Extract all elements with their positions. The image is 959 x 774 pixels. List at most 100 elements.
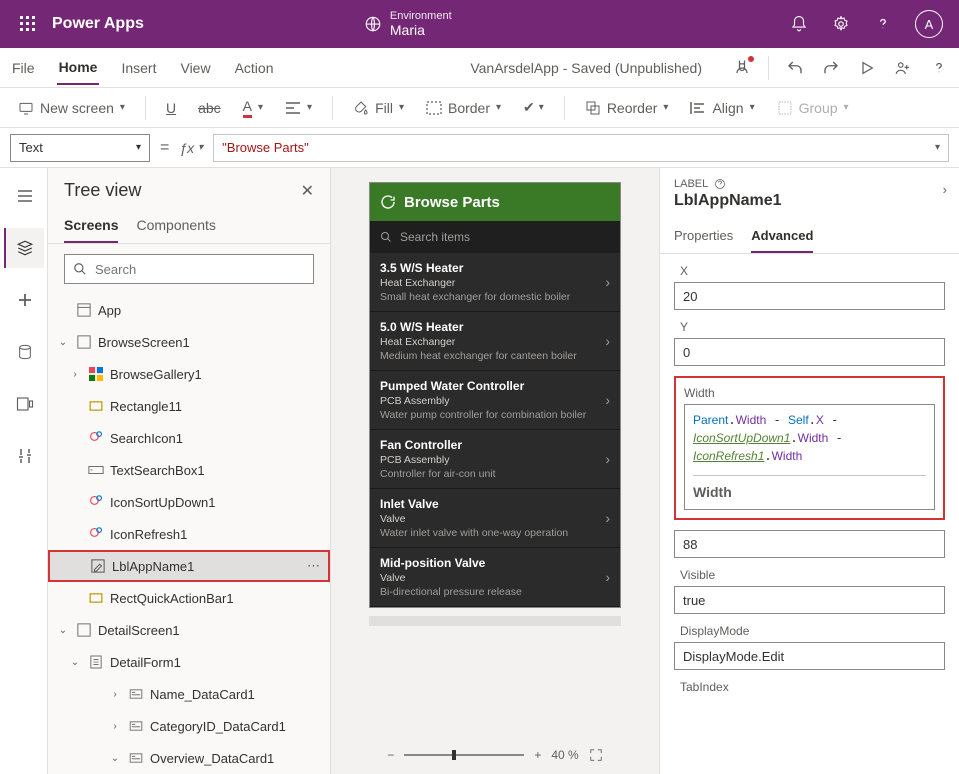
notifications-icon[interactable] bbox=[789, 14, 809, 34]
property-selector[interactable]: Text▾ bbox=[10, 134, 150, 162]
align-controls-button[interactable]: Align▾ bbox=[682, 96, 762, 120]
tab-screens[interactable]: Screens bbox=[64, 209, 118, 243]
displaymode-input[interactable]: DisplayMode.Edit bbox=[674, 642, 945, 670]
formula-bar: Text▾ = ƒx▾ "Browse Parts"▾ bbox=[0, 128, 959, 168]
zoom-slider[interactable] bbox=[404, 754, 524, 756]
fx-icon[interactable]: ƒx▾ bbox=[179, 140, 203, 156]
left-rail bbox=[0, 168, 48, 774]
strikethrough-button[interactable]: abc bbox=[190, 96, 229, 120]
fit-icon[interactable] bbox=[589, 748, 603, 762]
share-icon[interactable] bbox=[893, 58, 913, 78]
tree-node-browse-screen[interactable]: ⌄BrowseScreen1 bbox=[48, 326, 330, 358]
avatar[interactable]: A bbox=[915, 10, 943, 38]
menu-file[interactable]: File bbox=[10, 52, 37, 84]
tree-node-category-card[interactable]: ›CategoryID_DataCard1 bbox=[48, 710, 330, 742]
properties-panel: LABEL LblAppName1 › Properties Advanced … bbox=[659, 168, 959, 774]
underline-button[interactable]: U bbox=[158, 96, 184, 120]
env-label: Environment bbox=[390, 10, 452, 22]
y-input[interactable]: 0 bbox=[674, 338, 945, 366]
tree-node-rectangle[interactable]: Rectangle11 bbox=[48, 390, 330, 422]
width-hint: Width bbox=[693, 475, 926, 503]
border-button[interactable]: Border▾ bbox=[418, 96, 509, 120]
zoom-value: 40 % bbox=[551, 748, 578, 762]
tree-node-rect-quick[interactable]: RectQuickActionBar1 bbox=[48, 582, 330, 614]
menu-view[interactable]: View bbox=[178, 52, 212, 84]
visible-input[interactable]: true bbox=[674, 586, 945, 614]
phone-search[interactable]: Search items bbox=[370, 221, 620, 253]
props-tab-advanced[interactable]: Advanced bbox=[751, 220, 813, 253]
width-label: Width bbox=[684, 386, 935, 400]
rail-hamburger[interactable] bbox=[4, 176, 44, 216]
chevron-right-icon: › bbox=[605, 510, 610, 526]
x-input[interactable]: 20 bbox=[674, 282, 945, 310]
menu-home[interactable]: Home bbox=[57, 51, 100, 85]
align-button[interactable]: ▾ bbox=[277, 97, 320, 119]
tree-node-detail-screen[interactable]: ⌄DetailScreen1 bbox=[48, 614, 330, 646]
main-area: Tree view ✕ Screens Components App ⌄Brow… bbox=[0, 168, 959, 774]
font-color-button[interactable]: A▾ bbox=[235, 94, 271, 122]
undo-icon[interactable] bbox=[785, 58, 805, 78]
fill-button[interactable]: Fill▾ bbox=[345, 96, 412, 120]
play-icon[interactable] bbox=[857, 58, 877, 78]
menu-insert[interactable]: Insert bbox=[119, 52, 158, 84]
chevron-right-icon: › bbox=[605, 274, 610, 290]
tree-node-browse-gallery[interactable]: ›BrowseGallery1 bbox=[48, 358, 330, 390]
chevron-right-icon: › bbox=[605, 333, 610, 349]
tree-node-app[interactable]: App bbox=[48, 294, 330, 326]
rail-tree-view[interactable] bbox=[4, 228, 44, 268]
props-tab-properties[interactable]: Properties bbox=[674, 220, 733, 253]
zoom-out-icon[interactable]: − bbox=[387, 748, 394, 762]
zoom-in-icon[interactable]: + bbox=[534, 748, 541, 762]
gallery-item[interactable]: 3.5 W/S HeaterHeat ExchangerSmall heat e… bbox=[370, 253, 620, 312]
gallery-item[interactable]: Pumped Water ControllerPCB AssemblyWater… bbox=[370, 371, 620, 430]
tree-node-icon-sort[interactable]: IconSortUpDown1 bbox=[48, 486, 330, 518]
help-menu-icon[interactable] bbox=[929, 58, 949, 78]
canvas-scrollbar[interactable] bbox=[369, 616, 621, 626]
app-status: VanArsdelApp - Saved (Unpublished) bbox=[470, 60, 702, 76]
gallery-item[interactable]: 5.0 W/S HeaterHeat ExchangerMedium heat … bbox=[370, 312, 620, 371]
close-icon[interactable]: ✕ bbox=[301, 181, 314, 201]
height-input[interactable]: 88 bbox=[674, 530, 945, 558]
reorder-button[interactable]: Reorder▾ bbox=[577, 96, 677, 120]
tree-node-overview-card[interactable]: ⌄Overview_DataCard1 bbox=[48, 742, 330, 774]
gallery-item[interactable]: Mid-position ValveValveBi-directional pr… bbox=[370, 548, 620, 607]
rail-insert[interactable] bbox=[4, 280, 44, 320]
rail-media[interactable] bbox=[4, 384, 44, 424]
gallery-item[interactable]: Fan ControllerPCB AssemblyController for… bbox=[370, 430, 620, 489]
phone-search-placeholder: Search items bbox=[400, 230, 470, 244]
tab-components[interactable]: Components bbox=[136, 209, 215, 243]
reorder-label: Reorder bbox=[607, 100, 658, 116]
waffle-icon[interactable] bbox=[8, 0, 48, 48]
formula-input[interactable]: "Browse Parts"▾ bbox=[213, 134, 949, 162]
group-button[interactable]: Group▾ bbox=[769, 96, 857, 120]
phone-title: Browse Parts bbox=[404, 194, 610, 211]
tree-search-input[interactable] bbox=[95, 262, 305, 277]
property-value: Text bbox=[19, 140, 43, 155]
tree-node-text-search[interactable]: TextSearchBox1 bbox=[48, 454, 330, 486]
rail-data[interactable] bbox=[4, 332, 44, 372]
menu-action[interactable]: Action bbox=[233, 52, 276, 84]
tree-node-search-icon[interactable]: SearchIcon1 bbox=[48, 422, 330, 454]
tabindex-label: TabIndex bbox=[680, 680, 945, 694]
more-button[interactable]: ✔▾ bbox=[515, 95, 552, 120]
help-icon[interactable] bbox=[873, 14, 893, 34]
environment-picker[interactable]: Environment Maria bbox=[364, 10, 452, 38]
new-screen-button[interactable]: New screen▾ bbox=[10, 96, 133, 120]
phone-preview[interactable]: Browse Parts Search items 3.5 W/S Heater… bbox=[369, 182, 621, 608]
tree-node-name-card[interactable]: ›Name_DataCard1 bbox=[48, 678, 330, 710]
tree-node-lbl-app-name[interactable]: LblAppName1⋯ bbox=[48, 550, 330, 582]
rail-tools[interactable] bbox=[4, 436, 44, 476]
equals-label: = bbox=[160, 139, 169, 157]
tree-node-icon-refresh[interactable]: IconRefresh1 bbox=[48, 518, 330, 550]
tree-node-more-icon[interactable]: ⋯ bbox=[307, 558, 320, 574]
chevron-right-icon[interactable]: › bbox=[943, 182, 947, 197]
tree-node-detail-form[interactable]: ⌄DetailForm1 bbox=[48, 646, 330, 678]
redo-icon[interactable] bbox=[821, 58, 841, 78]
settings-icon[interactable] bbox=[831, 14, 851, 34]
tree-search[interactable] bbox=[64, 254, 314, 284]
app-checker-icon[interactable] bbox=[732, 58, 752, 78]
control-type-label: LABEL bbox=[674, 178, 708, 190]
app-title: Power Apps bbox=[52, 15, 144, 33]
width-formula-input[interactable]: Parent.Width - Self.X - IconSortUpDown1.… bbox=[684, 404, 935, 510]
gallery-item[interactable]: Inlet ValveValveWater inlet valve with o… bbox=[370, 489, 620, 548]
